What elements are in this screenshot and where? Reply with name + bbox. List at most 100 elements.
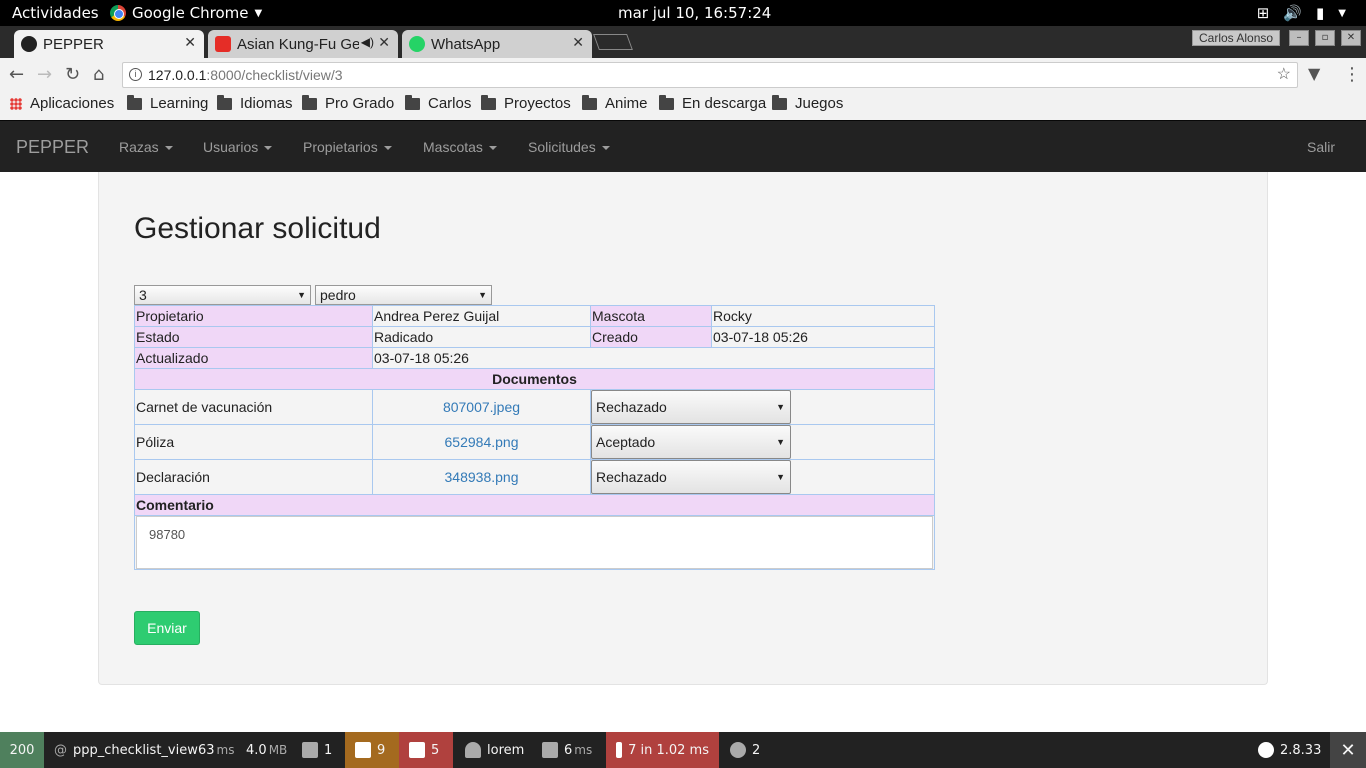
- tab-youtube[interactable]: Asian Kung-Fu Ge ◀) ✕: [208, 30, 398, 58]
- close-icon[interactable]: ✕: [378, 34, 390, 51]
- bookmark-apps[interactable]: Aplicaciones: [10, 95, 114, 112]
- symfony-icon: [21, 36, 37, 52]
- document-row: Declaración 348938.png Rechazado ▼: [134, 459, 935, 495]
- dropdown-arrow-icon: ▼: [478, 290, 487, 300]
- close-icon[interactable]: ✕: [184, 34, 196, 51]
- owner-label: Propietario: [134, 305, 373, 327]
- new-tab-button[interactable]: [593, 34, 633, 50]
- system-tray[interactable]: ⊞ 🔊 ▮ ▼: [1257, 4, 1346, 22]
- bookmark-juegos[interactable]: Juegos: [772, 94, 844, 112]
- tab-pepper[interactable]: PEPPER ✕: [14, 30, 204, 58]
- profile-button[interactable]: Carlos Alonso: [1192, 30, 1281, 46]
- bookmark-pro-grado[interactable]: Pro Grado: [302, 94, 394, 112]
- nav-solicitudes[interactable]: Solicitudes: [528, 139, 610, 155]
- close-toolbar-icon[interactable]: ✕: [1330, 732, 1366, 768]
- document-name: Declaración: [134, 459, 373, 495]
- route-info[interactable]: @ ppp_checklist_view: [44, 732, 208, 768]
- table-row: Estado Radicado Creado 03-07-18 05:26: [134, 326, 935, 348]
- twig-value: 6: [564, 742, 573, 758]
- select-value: pedro: [320, 287, 356, 303]
- nav-propietarios[interactable]: Propietarios: [303, 139, 392, 155]
- extension-icon[interactable]: ▼: [1308, 64, 1320, 83]
- close-window-icon[interactable]: ✕: [1341, 30, 1361, 46]
- bookmark-en-descarga[interactable]: En descarga: [659, 94, 766, 112]
- events-panel[interactable]: 2: [720, 732, 770, 768]
- document-status-select[interactable]: Aceptado ▼: [591, 425, 791, 459]
- table-row: 98780: [134, 515, 935, 570]
- address-bar[interactable]: i 127.0.0.1:8000/checklist/view/3 ☆: [122, 62, 1298, 88]
- database-panel[interactable]: 7 in 1.02 ms: [606, 732, 719, 768]
- status-code[interactable]: 200: [0, 732, 44, 768]
- star-icon[interactable]: ☆: [1277, 63, 1291, 87]
- document-status-select[interactable]: Rechazado ▼: [591, 390, 791, 424]
- status-value: Radicado: [372, 326, 591, 348]
- forms-panel[interactable]: 1: [292, 732, 342, 768]
- logs-panel[interactable]: 9: [345, 732, 399, 768]
- forms-icon: [302, 742, 318, 758]
- twig-panel[interactable]: 6 ms: [532, 732, 602, 768]
- db-queries: 7 in 1.02 ms: [628, 742, 709, 758]
- logout-link[interactable]: Salir: [1307, 139, 1335, 155]
- network-icon: ⊞: [1256, 4, 1270, 22]
- document-link[interactable]: 807007.jpeg: [372, 389, 591, 425]
- bookmark-proyectos[interactable]: Proyectos: [481, 94, 571, 112]
- close-icon[interactable]: ✕: [572, 34, 584, 51]
- document-status-select[interactable]: Rechazado ▼: [591, 460, 791, 494]
- info-icon[interactable]: i: [129, 68, 142, 81]
- folder-icon: [481, 94, 496, 110]
- app-navbar: PEPPER Razas Usuarios Propietarios Masco…: [0, 120, 1366, 172]
- nav-label: Propietarios: [303, 139, 378, 155]
- bookmark-label: Juegos: [795, 95, 844, 112]
- minimize-icon[interactable]: –: [1289, 30, 1309, 46]
- back-icon[interactable]: ←: [9, 64, 24, 85]
- brand-link[interactable]: PEPPER: [16, 137, 89, 158]
- status-value: 200: [9, 742, 35, 758]
- select-value: Aceptado: [596, 434, 656, 450]
- bookmark-learning[interactable]: Learning: [127, 94, 208, 112]
- whatsapp-icon: [409, 36, 425, 52]
- reload-icon[interactable]: ↻: [65, 64, 80, 85]
- comment-textarea[interactable]: 98780: [136, 516, 933, 569]
- request-table: Propietario Andrea Perez Guijal Mascota …: [134, 305, 935, 570]
- battery-icon: ▮: [1316, 4, 1325, 22]
- nav-label: Usuarios: [203, 139, 259, 155]
- route-name: ppp_checklist_view: [73, 742, 198, 758]
- bookmark-label: Proyectos: [504, 95, 571, 112]
- tab-label: Asian Kung-Fu Ge: [237, 35, 359, 53]
- clock[interactable]: mar jul 10, 16:57:24: [618, 4, 771, 22]
- tab-whatsapp[interactable]: WhatsApp ✕: [402, 30, 592, 58]
- template-icon: [542, 742, 558, 758]
- request-id-select[interactable]: 3 ▼: [134, 285, 311, 305]
- select-value: Rechazado: [596, 469, 667, 485]
- audio-icon[interactable]: ◀): [361, 35, 374, 49]
- menu-icon[interactable]: ⋮: [1343, 64, 1361, 85]
- translation-panel[interactable]: 5: [399, 732, 453, 768]
- bookmark-carlos[interactable]: Carlos: [405, 94, 471, 112]
- nav-mascotas[interactable]: Mascotas: [423, 139, 497, 155]
- security-panel[interactable]: lorem: [455, 732, 534, 768]
- bookmarks-bar: Aplicaciones Learning Idiomas Pro Grado …: [0, 90, 1366, 120]
- folder-icon: [302, 94, 317, 110]
- user-select[interactable]: pedro ▼: [315, 285, 492, 305]
- forward-icon[interactable]: →: [37, 64, 52, 85]
- select-value: Rechazado: [596, 399, 667, 415]
- submit-button[interactable]: Enviar: [134, 611, 200, 645]
- forms-count: 1: [324, 742, 333, 758]
- nav-razas[interactable]: Razas: [119, 139, 173, 155]
- home-icon[interactable]: ⌂: [93, 64, 104, 85]
- symfony-icon: [1258, 742, 1274, 758]
- at-icon: @: [54, 742, 67, 758]
- app-menu[interactable]: Google Chrome ▼: [110, 4, 262, 22]
- user-name: lorem: [487, 742, 525, 758]
- activities-button[interactable]: Actividades: [12, 4, 99, 22]
- bookmark-idiomas[interactable]: Idiomas: [217, 94, 293, 112]
- maximize-icon[interactable]: ▫: [1315, 30, 1335, 46]
- bookmark-anime[interactable]: Anime: [582, 94, 648, 112]
- nav-usuarios[interactable]: Usuarios: [203, 139, 273, 155]
- document-link[interactable]: 348938.png: [372, 459, 591, 495]
- document-link[interactable]: 652984.png: [372, 424, 591, 460]
- translation-icon: [409, 742, 425, 758]
- status-label: Estado: [134, 326, 373, 348]
- symfony-version[interactable]: 2.8.33: [1248, 732, 1331, 768]
- memory-panel[interactable]: 4.0 MB: [236, 732, 297, 768]
